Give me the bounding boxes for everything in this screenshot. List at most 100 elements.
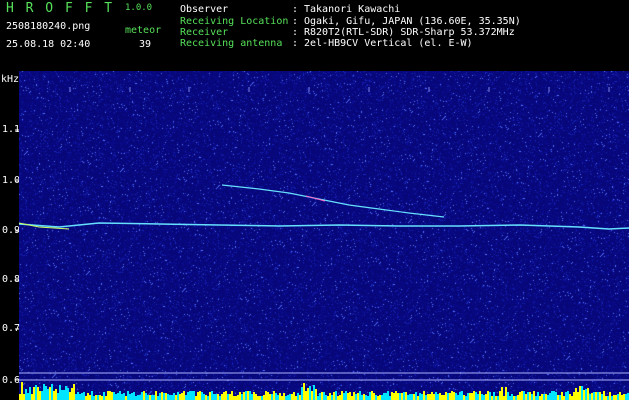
level-bar	[441, 395, 443, 400]
level-bar	[501, 387, 503, 400]
level-bar	[615, 395, 617, 400]
level-bar	[99, 395, 101, 400]
level-bar	[589, 394, 591, 400]
level-bar	[393, 393, 395, 400]
level-bar	[311, 391, 313, 400]
level-bar	[317, 396, 319, 400]
level-bar	[481, 394, 483, 400]
info-sep: :	[292, 4, 299, 15]
level-bar	[553, 391, 555, 400]
level-bar	[157, 396, 159, 400]
level-bar	[199, 391, 201, 400]
level-bar	[367, 396, 369, 400]
level-bar	[161, 392, 163, 400]
level-bar	[325, 395, 327, 400]
level-bar	[335, 391, 337, 400]
level-bar	[123, 393, 125, 400]
level-bar	[521, 391, 523, 400]
info-value: 2el-HB9CV Vertical (el. E-W)	[304, 38, 473, 49]
level-bar	[81, 393, 83, 400]
level-bar	[535, 396, 537, 400]
level-bar	[447, 393, 449, 400]
level-bar	[407, 395, 409, 400]
level-bar	[457, 395, 459, 400]
level-bar	[59, 385, 61, 400]
level-bar	[21, 382, 23, 400]
level-bar	[307, 388, 309, 400]
level-bar	[205, 395, 207, 400]
level-bar	[473, 391, 475, 400]
level-bar	[485, 394, 487, 400]
level-bar	[549, 393, 551, 400]
level-bar	[417, 396, 419, 400]
level-bar	[107, 391, 109, 400]
level-bar	[389, 396, 391, 400]
level-bar	[371, 391, 373, 400]
level-bar	[593, 392, 595, 400]
level-bar	[397, 393, 399, 400]
level-bar	[611, 396, 613, 400]
level-bar	[571, 396, 573, 400]
level-bar	[73, 384, 75, 400]
level-bar	[403, 392, 405, 400]
level-bar	[145, 393, 147, 400]
level-bar	[349, 392, 351, 400]
level-bar	[329, 393, 331, 400]
level-bar	[345, 391, 347, 400]
level-bar	[443, 395, 445, 400]
level-bar	[511, 394, 513, 400]
level-bar	[219, 396, 221, 400]
level-bar	[373, 393, 375, 400]
level-bar	[135, 396, 137, 400]
level-bar	[341, 391, 343, 400]
level-bar	[57, 393, 59, 400]
level-bar	[491, 396, 493, 400]
level-bar	[429, 394, 431, 400]
level-bar	[605, 396, 607, 400]
level-bar	[455, 393, 457, 400]
level-bar	[489, 392, 491, 400]
level-bar	[471, 393, 473, 400]
level-bar	[79, 394, 81, 400]
level-bar	[293, 392, 295, 400]
level-bar	[119, 391, 121, 400]
level-bar	[191, 391, 193, 400]
level-bar	[207, 396, 209, 400]
level-bar	[167, 394, 169, 400]
carrier-signal	[19, 222, 629, 230]
level-bar	[541, 394, 543, 400]
level-bar	[253, 392, 255, 400]
level-bar	[271, 394, 273, 400]
level-bar	[141, 392, 143, 400]
level-bar	[203, 394, 205, 400]
level-bar	[279, 393, 281, 400]
level-bar	[419, 393, 421, 400]
mode-label: meteor	[125, 25, 162, 36]
level-bar	[37, 387, 39, 400]
level-bar	[621, 395, 623, 400]
level-bar	[35, 385, 37, 400]
level-bar	[453, 392, 455, 400]
level-bar	[423, 391, 425, 400]
level-bar	[25, 389, 27, 400]
level-bar	[111, 392, 113, 400]
level-bar	[187, 392, 189, 400]
level-bar	[405, 392, 407, 400]
level-bar	[437, 394, 439, 400]
level-bar	[411, 394, 413, 400]
level-bar	[543, 394, 545, 400]
level-bar	[433, 394, 435, 400]
level-bar	[77, 392, 79, 400]
level-bar	[493, 392, 495, 400]
level-bar	[387, 391, 389, 400]
level-bar	[523, 391, 525, 400]
level-bar	[295, 396, 297, 400]
level-bar	[623, 394, 625, 400]
level-bar	[379, 395, 381, 400]
level-bar	[227, 394, 229, 400]
level-bar	[609, 392, 611, 400]
level-bar	[33, 387, 35, 400]
level-bar	[507, 392, 509, 400]
level-bar	[467, 393, 469, 400]
level-bar	[421, 394, 423, 400]
